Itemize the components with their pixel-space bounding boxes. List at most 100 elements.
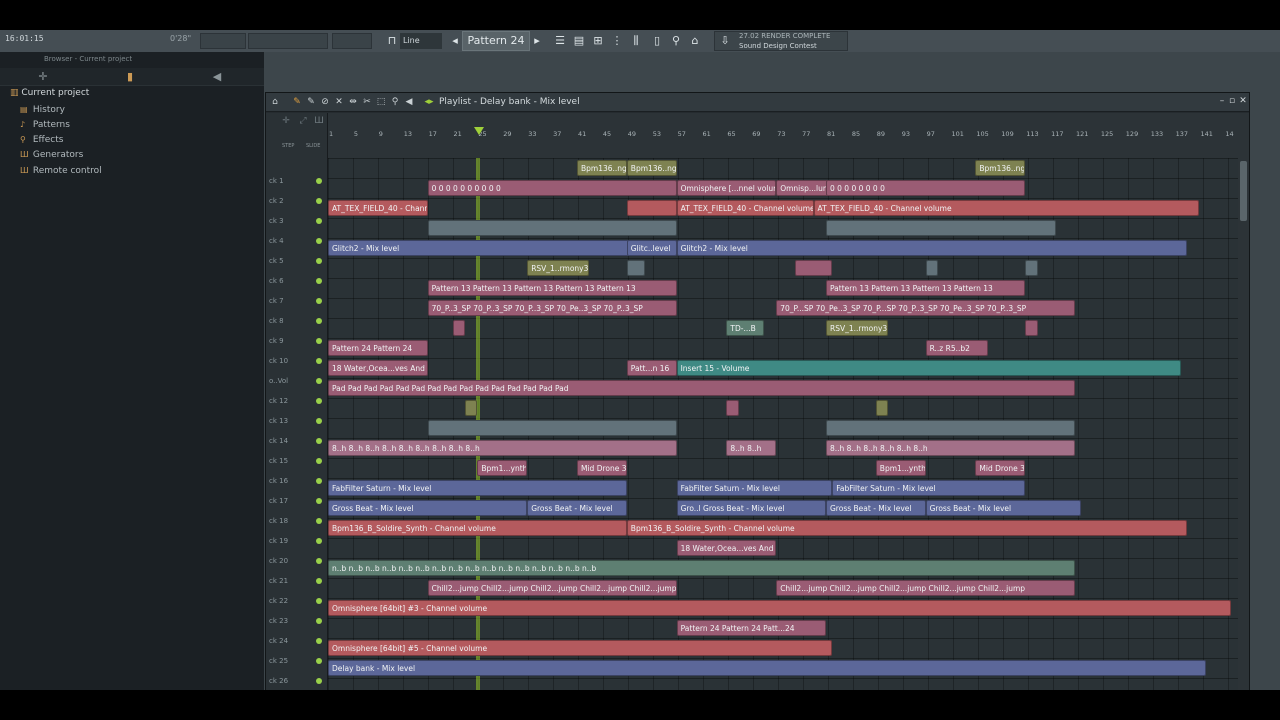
playlist-clip[interactable]: Glitch2 - Mix level bbox=[676, 240, 1188, 256]
playlist-clip[interactable] bbox=[826, 220, 1057, 236]
playlist-clip[interactable]: Chill2...jump Chill2...jump Chill2...jum… bbox=[427, 580, 677, 596]
track-header[interactable]: ck 20 bbox=[266, 551, 328, 571]
track-enable-led[interactable] bbox=[316, 238, 322, 244]
playlist-clip[interactable]: Pattern 24 Pattern 24 bbox=[328, 340, 428, 356]
playlist-clip[interactable]: Pad Pad Pad Pad Pad Pad Pad Pad Pad Pad … bbox=[328, 380, 1075, 396]
track-header[interactable]: ck 17 bbox=[266, 491, 328, 511]
playlist-vertical-scrollbar[interactable] bbox=[1238, 158, 1249, 691]
playlist-clip[interactable]: Gro..l Gross Beat - Mix level bbox=[676, 500, 826, 516]
playlist-clip[interactable]: AT_TEX_FIELD_40 - Channel volume bbox=[813, 200, 1200, 216]
playlist-clip[interactable]: Gross Beat - Mix level bbox=[925, 500, 1082, 516]
playlist-clip[interactable]: Bpm136_B_Soldire_Synth - Channel volume bbox=[626, 520, 1188, 536]
speaker-icon[interactable]: ◀ bbox=[210, 70, 224, 84]
track-enable-led[interactable] bbox=[316, 218, 322, 224]
playlist-clip[interactable]: Mid Drone 3 bbox=[975, 460, 1026, 476]
track-enable-led[interactable] bbox=[316, 658, 322, 664]
track-header[interactable]: ck 5 bbox=[266, 251, 328, 271]
track-enable-led[interactable] bbox=[316, 438, 322, 444]
playlist-clip[interactable]: Pattern 24 Pattern 24 Patt...24 bbox=[676, 620, 826, 636]
tempo-tapper-icon[interactable]: ⌂ bbox=[688, 34, 702, 48]
track-enable-led[interactable] bbox=[316, 358, 322, 364]
resize-icon[interactable]: ⤢ bbox=[297, 115, 309, 127]
playlist-clip[interactable] bbox=[464, 400, 478, 416]
playlist-clip[interactable]: 0 0 0 0 0 0 0 0 bbox=[826, 180, 1026, 196]
playlist-clip[interactable]: Omnisphere [64bit] #5 - Channel volume bbox=[328, 640, 833, 656]
playlist-clip[interactable]: Gross Beat - Mix level bbox=[527, 500, 627, 516]
track-header[interactable]: ck 22 bbox=[266, 591, 328, 611]
playlist-clip[interactable] bbox=[726, 400, 739, 416]
track-enable-led[interactable] bbox=[316, 378, 322, 384]
track-enable-led[interactable] bbox=[316, 278, 322, 284]
track-header[interactable]: ck 10 bbox=[266, 351, 328, 371]
track-header[interactable]: ck 19 bbox=[266, 531, 328, 551]
playlist-clip[interactable] bbox=[427, 220, 677, 236]
slip-tool-icon[interactable]: ⇹ bbox=[347, 96, 359, 108]
track-enable-led[interactable] bbox=[316, 538, 322, 544]
timeline[interactable]: 1 5 9 13 17 21 25 29 33 37 41 45 49 53 57 61 65 69 73 77 81 8… bbox=[328, 113, 1249, 158]
track-enable-led[interactable] bbox=[316, 458, 322, 464]
track-header[interactable]: ck 18 bbox=[266, 511, 328, 531]
playlist-clip[interactable] bbox=[626, 260, 646, 276]
track-header[interactable]: ck 9 bbox=[266, 331, 328, 351]
track-header[interactable]: ck 8 bbox=[266, 311, 328, 331]
track-enable-led[interactable] bbox=[316, 638, 322, 644]
scrollbar-thumb[interactable] bbox=[1240, 161, 1247, 221]
track-header[interactable]: ck 25 bbox=[266, 651, 328, 671]
playlist-clip[interactable]: Glitc..level bbox=[626, 240, 677, 256]
bar-ruler[interactable]: 1 5 9 13 17 21 25 29 33 37 41 45 49 53 57 61 65 69 73 77 81 8… bbox=[328, 130, 1238, 144]
playlist-clip[interactable]: 8..h 8..h 8..h 8..h 8..h 8..h bbox=[826, 440, 1075, 456]
track-enable-led[interactable] bbox=[316, 578, 322, 584]
track-enable-led[interactable] bbox=[316, 178, 322, 184]
pattern-next-icon[interactable]: ▸ bbox=[530, 34, 544, 48]
playlist-clip[interactable]: Mid Drone 3 bbox=[577, 460, 627, 476]
playlist-clip[interactable]: RSV_1..rmony3 bbox=[527, 260, 590, 276]
track-enable-led[interactable] bbox=[316, 338, 322, 344]
track-enable-led[interactable] bbox=[316, 518, 322, 524]
playlist-clip[interactable]: Bpm136..ng bbox=[577, 160, 627, 176]
track-header[interactable]: ck 15 bbox=[266, 451, 328, 471]
collapse-icon[interactable]: ✛ bbox=[36, 70, 50, 84]
track-enable-led[interactable] bbox=[316, 618, 322, 624]
track-header[interactable]: ck 12 bbox=[266, 391, 328, 411]
track-header[interactable]: ck 1 bbox=[266, 171, 328, 191]
playlist-menu-icon[interactable]: ⌂ bbox=[269, 96, 281, 108]
snap-select[interactable]: Line bbox=[400, 33, 442, 49]
playlist-clip[interactable]: 18 Water,Ocea...ves And Surf bbox=[328, 360, 428, 376]
track-header[interactable]: ck 3 bbox=[266, 211, 328, 231]
plugin-picker-icon[interactable]: ⚲ bbox=[669, 34, 683, 48]
track-enable-led[interactable] bbox=[316, 418, 322, 424]
playlist-clip[interactable]: AT_TEX_FIELD_40 - Channel volume bbox=[676, 200, 814, 216]
playlist-clip[interactable]: Delay bank - Mix level bbox=[328, 660, 1206, 676]
song-position-marker[interactable] bbox=[474, 127, 484, 135]
track-header[interactable]: ck 16 bbox=[266, 471, 328, 491]
pattern-selector[interactable]: Pattern 24 bbox=[462, 31, 530, 51]
playlist-clip[interactable]: Bpm1...ynth bbox=[875, 460, 926, 476]
track-enable-led[interactable] bbox=[316, 318, 322, 324]
track-header[interactable]: ck 14 bbox=[266, 431, 328, 451]
playlist-titlebar[interactable]: ⌂ ✎ ✎ ⊘ ✕ ⇹ ✂ ⬚ ⚲ ◀ ◂▸ Playlist - Delay … bbox=[266, 93, 1249, 112]
playlist-clip[interactable]: Omnisphere [...nnel volume bbox=[676, 180, 777, 196]
browser-window-icon[interactable]: ▯ bbox=[650, 34, 664, 48]
track-header[interactable]: ck 2 bbox=[266, 191, 328, 211]
playlist-clip[interactable] bbox=[875, 400, 889, 416]
playlist-clip[interactable]: FabFilter Saturn - Mix level bbox=[832, 480, 1026, 496]
slice-tool-icon[interactable]: ✂ bbox=[361, 96, 373, 108]
playlist-clip[interactable]: n..b n..b n..b n..b n..b n..b n..b n..b … bbox=[328, 560, 1075, 576]
playlist-clip[interactable]: 70_P..3_SP 70_P..3_SP 70_P..3_SP 70_Pe..… bbox=[427, 300, 677, 316]
playlist-clip[interactable]: Patt...n 16 bbox=[626, 360, 677, 376]
zoom-tool-icon[interactable]: ⚲ bbox=[389, 96, 401, 108]
track-enable-led[interactable] bbox=[316, 298, 322, 304]
track-header[interactable]: o..Vol bbox=[266, 371, 328, 391]
browser-item-patterns[interactable]: ♪ Patterns bbox=[20, 120, 70, 130]
track-header[interactable]: ck 7 bbox=[266, 291, 328, 311]
draw-tool-icon[interactable]: ✎ bbox=[291, 96, 303, 108]
pattern-prev-icon[interactable]: ◂ bbox=[448, 34, 462, 48]
browser-item-history[interactable]: ▤ History bbox=[20, 105, 65, 115]
playlist-clip[interactable]: Insert 15 - Volume bbox=[676, 360, 1181, 376]
pattern-arrows-icon[interactable]: ◂▸ bbox=[423, 96, 435, 108]
track-enable-led[interactable] bbox=[316, 198, 322, 204]
track-header[interactable]: ck 23 bbox=[266, 611, 328, 631]
close-icon[interactable]: ✕ bbox=[1238, 96, 1248, 106]
playlist-clip[interactable]: 8..h 8..h 8..h 8..h 8..h 8..h 8..h 8..h … bbox=[328, 440, 677, 456]
playlist-clip[interactable] bbox=[626, 200, 677, 216]
